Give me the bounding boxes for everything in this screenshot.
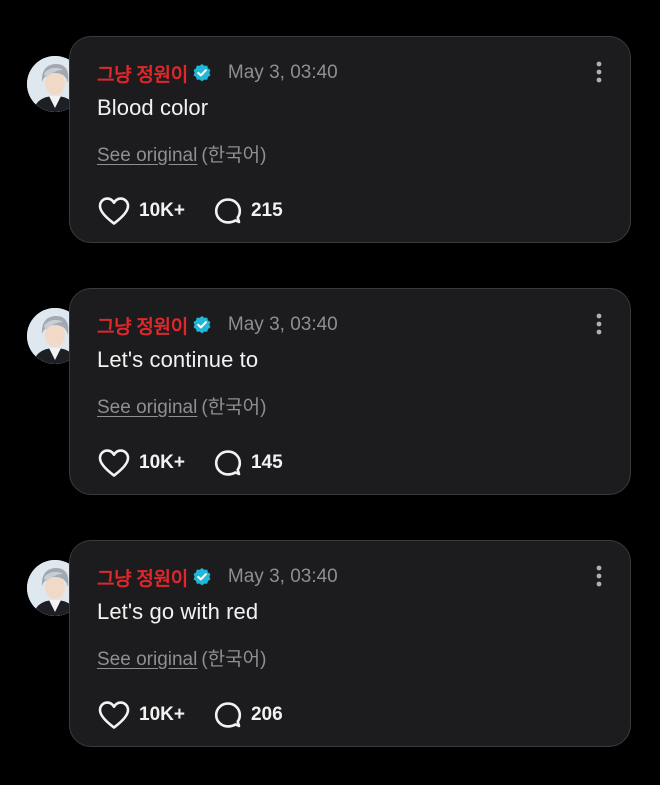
- more-vertical-icon[interactable]: [596, 61, 602, 83]
- post-item: 그냥 정원이 May 3, 03:40 Blood color See orig…: [0, 36, 660, 246]
- like-count: 10K+: [139, 452, 185, 473]
- post-actions: 10K+ 206: [97, 699, 283, 731]
- comment-bubble-icon: [214, 702, 242, 728]
- verified-badge-icon: [193, 568, 211, 586]
- post-text: Let's go with red: [97, 599, 259, 624]
- like-count: 10K+: [139, 704, 185, 725]
- verified-badge-icon: [193, 64, 211, 82]
- author-name[interactable]: 그냥 정원이: [97, 564, 188, 591]
- comment-bubble-icon: [214, 198, 242, 224]
- verified-badge-icon: [193, 316, 211, 334]
- post-text: Let's continue to: [97, 347, 259, 372]
- reply-count: 206: [250, 704, 283, 725]
- more-vertical-icon[interactable]: [596, 565, 602, 587]
- post-text: Blood color: [97, 95, 209, 120]
- original-language: (한국어): [201, 649, 267, 670]
- post-timestamp: May 3, 03:40: [227, 62, 338, 83]
- like-button[interactable]: 10K+: [97, 700, 185, 730]
- post-feed: 그냥 정원이 May 3, 03:40 Blood color See orig…: [0, 0, 660, 785]
- post-timestamp: May 3, 03:40: [227, 314, 338, 335]
- like-count: 10K+: [139, 200, 185, 221]
- reply-button[interactable]: 145: [213, 448, 283, 478]
- translation-line: See original (한국어): [97, 644, 266, 671]
- translation-line: See original (한국어): [97, 392, 266, 419]
- heart-icon: [98, 701, 130, 729]
- reply-button[interactable]: 206: [213, 700, 283, 730]
- post-actions: 10K+ 145: [97, 447, 283, 479]
- post-header: 그냥 정원이 May 3, 03:40: [97, 60, 338, 86]
- post-timestamp: May 3, 03:40: [227, 566, 338, 587]
- post-item: 그냥 정원이 May 3, 03:40 Let's continue to Se…: [0, 288, 660, 498]
- original-language: (한국어): [201, 397, 267, 418]
- post-header: 그냥 정원이 May 3, 03:40: [97, 312, 338, 338]
- author-name[interactable]: 그냥 정원이: [97, 312, 188, 339]
- reply-count: 145: [250, 452, 283, 473]
- post-card[interactable]: 그냥 정원이 May 3, 03:40 Let's go with red Se…: [69, 540, 631, 747]
- post-actions: 10K+ 215: [97, 195, 283, 227]
- like-button[interactable]: 10K+: [97, 196, 185, 226]
- post-card[interactable]: 그냥 정원이 May 3, 03:40 Blood color See orig…: [69, 36, 631, 243]
- see-original-link[interactable]: See original: [97, 397, 197, 418]
- see-original-link[interactable]: See original: [97, 145, 197, 166]
- more-vertical-icon[interactable]: [596, 313, 602, 335]
- author-name[interactable]: 그냥 정원이: [97, 60, 188, 87]
- heart-icon: [98, 449, 130, 477]
- post-item: 그냥 정원이 May 3, 03:40 Let's go with red Se…: [0, 540, 660, 750]
- translation-line: See original (한국어): [97, 140, 266, 167]
- post-header: 그냥 정원이 May 3, 03:40: [97, 564, 338, 590]
- heart-icon: [98, 197, 130, 225]
- like-button[interactable]: 10K+: [97, 448, 185, 478]
- reply-button[interactable]: 215: [213, 196, 283, 226]
- reply-count: 215: [250, 200, 283, 221]
- post-card[interactable]: 그냥 정원이 May 3, 03:40 Let's continue to Se…: [69, 288, 631, 495]
- comment-bubble-icon: [214, 450, 242, 476]
- original-language: (한국어): [201, 145, 267, 166]
- see-original-link[interactable]: See original: [97, 649, 197, 670]
